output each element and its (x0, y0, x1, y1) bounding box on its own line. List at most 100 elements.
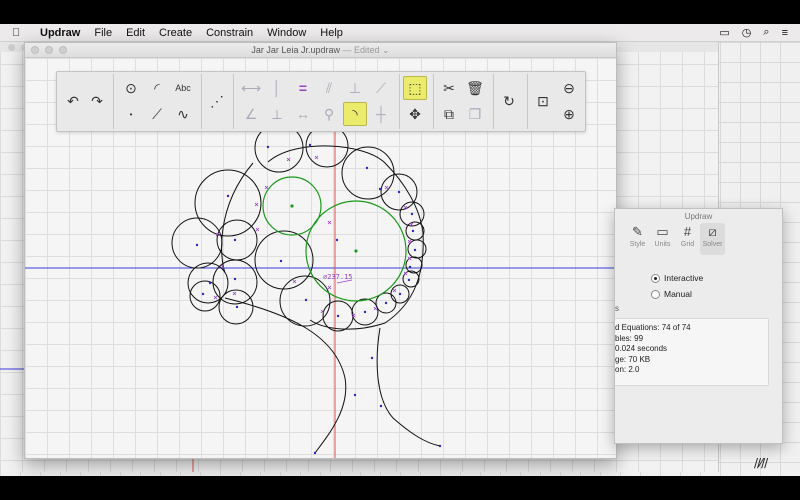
angle-constraint-icon[interactable]: ∠ (239, 102, 263, 126)
interactive-radio[interactable]: Interactive (651, 273, 703, 283)
solver-stats: d Equations: 74 of 74 bles: 99 0.024 sec… (615, 318, 769, 386)
radio-selected-icon (651, 273, 660, 283)
tab-style[interactable]: ✎ Style (625, 223, 650, 255)
manual-label: Manual (664, 289, 692, 299)
stat-time: 0.024 seconds (615, 344, 668, 353)
tab-units-label: Units (654, 241, 671, 248)
tangent-arc-constraint-icon[interactable]: ◝ (343, 102, 367, 126)
equal-constraint-icon[interactable]: = (291, 76, 315, 100)
collinear-constraint-icon[interactable]: ⟋ (369, 76, 393, 100)
circle (341, 146, 395, 200)
horizontal-constraint-icon[interactable]: ⟷ (239, 76, 263, 100)
cut-icon[interactable]: ✂ (437, 76, 461, 100)
fix-constraint-icon[interactable]: ⚲ (317, 102, 341, 126)
delete-icon[interactable]: 🗑 (463, 76, 487, 100)
grid-icon: # (683, 224, 692, 239)
tab-grid-label: Grid (680, 241, 695, 248)
circle-tool-icon[interactable]: ⊙ (119, 76, 143, 100)
rotate-icon[interactable]: ↻ (497, 89, 521, 113)
tab-units[interactable]: ▭ Units (650, 223, 675, 255)
airplay-icon[interactable]: ▭ (719, 26, 729, 39)
vertical-constraint-icon[interactable]: │ (265, 76, 289, 100)
panel-title: Updraw (684, 212, 713, 221)
document-window[interactable]: Jar Jar Leia Jr.updraw — Edited ⌄ ⌀237.1… (24, 42, 617, 459)
solver-icon: ⧄ (708, 224, 717, 239)
center-point (290, 204, 294, 208)
line-tool-icon[interactable]: ⟋ (145, 102, 169, 126)
window-title: Jar Jar Leia Jr.updraw — Edited ⌄ (251, 45, 389, 55)
section-label-fragment: s (615, 304, 619, 313)
stat-memory: ge: 70 KB (615, 354, 651, 364)
pen-icon: ✎ (632, 224, 643, 239)
zoom-button[interactable] (59, 46, 67, 54)
dashed-line-tool-icon[interactable]: ⋰ (205, 89, 229, 113)
parallel-constraint-icon[interactable]: ⫽ (317, 76, 341, 100)
menu-constrain[interactable]: Constrain (206, 27, 253, 39)
zoom-out-icon[interactable]: ⊖ (557, 76, 581, 100)
apple-icon[interactable]:  (12, 27, 26, 39)
panel-tabs: ✎ Style ▭ Units # Grid ⧄ Solver (625, 223, 725, 255)
stat-variables: bles: 99 (615, 333, 644, 343)
circle (216, 219, 258, 261)
blue-points (195, 143, 442, 455)
spotlight-icon[interactable]: ⌕ (763, 26, 769, 39)
radio-unselected-icon (651, 289, 660, 299)
zoom-in-icon[interactable]: ⊕ (557, 102, 581, 126)
tool-palette: ↶ ↷ ⊙ ◜ Abc • ⟋ ∿ ⋰ ⟷ │ = ⫽ ⊥ ⟋ ∠ ⟂ ↔ ⚲ … (56, 71, 586, 132)
select-tool-icon[interactable]: ⬚ (403, 76, 427, 100)
circle (279, 275, 331, 327)
trunk-left (224, 297, 347, 454)
trunk-right (376, 327, 441, 447)
stat-version: on: 2.0 (615, 365, 640, 374)
stat-equations: d Equations: 74 of 74 (615, 323, 691, 332)
chevron-down-icon[interactable]: ⌄ (382, 45, 390, 55)
time-machine-icon[interactable]: ◷ (742, 26, 752, 39)
manual-radio[interactable]: Manual (651, 289, 692, 299)
list-icon[interactable]: ≡ (782, 27, 788, 39)
document-name: Jar Jar Leia Jr.updraw (251, 45, 340, 55)
traffic-lights (31, 46, 67, 54)
undo-icon[interactable]: ↶ (61, 89, 85, 113)
edited-status: — Edited (342, 45, 380, 55)
point-tool-icon[interactable]: • (119, 102, 143, 126)
distance-constraint-icon[interactable]: ↔ (291, 102, 315, 126)
tangent-constraint-icon[interactable]: ⟂ (265, 102, 289, 126)
circle (405, 221, 425, 241)
menu-file[interactable]: File (94, 27, 112, 39)
text-tool-icon[interactable]: Abc (171, 76, 195, 100)
arc-tool-icon[interactable]: ◜ (145, 76, 169, 100)
close-button[interactable] (31, 46, 39, 54)
corner-mark: //⁄// (754, 456, 768, 470)
minimize-button[interactable] (45, 46, 53, 54)
menu-edit[interactable]: Edit (126, 27, 145, 39)
midpoint-constraint-icon[interactable]: ┼ (369, 102, 393, 126)
perpendicular-constraint-icon[interactable]: ⊥ (343, 76, 367, 100)
ruler-icon: ▭ (656, 224, 669, 239)
center-point (354, 249, 358, 253)
spline-tool-icon[interactable]: ∿ (171, 102, 195, 126)
inspector-panel[interactable]: Updraw ✎ Style ▭ Units # Grid ⧄ Solver I… (614, 208, 783, 444)
menu-create[interactable]: Create (159, 27, 192, 39)
copy-icon[interactable]: ⧉ (437, 102, 461, 126)
move-tool-icon[interactable]: ✥ (403, 102, 427, 126)
menu-app-name[interactable]: Updraw (40, 27, 80, 39)
menu-bar:  Updraw File Edit Create Constrain Wind… (0, 24, 800, 42)
interactive-label: Interactive (664, 273, 704, 283)
circle (254, 230, 314, 290)
menu-help[interactable]: Help (320, 27, 343, 39)
window-titlebar[interactable]: Jar Jar Leia Jr.updraw — Edited ⌄ (25, 43, 616, 58)
black-circles (171, 123, 427, 332)
zoom-fit-icon[interactable]: ⊡ (531, 89, 555, 113)
tab-grid[interactable]: # Grid (675, 223, 700, 255)
redo-icon[interactable]: ↷ (85, 89, 109, 113)
paste-icon[interactable]: ❐ (463, 102, 487, 126)
bottom-bar (0, 476, 800, 500)
tab-solver[interactable]: ⧄ Solver (700, 223, 725, 255)
drawing-canvas[interactable]: ⌀237.15 ↶ ↷ ⊙ ◜ Abc • ⟋ ∿ ⋰ ⟷ │ = ⫽ ⊥ ⟋ … (25, 58, 616, 458)
dimension-label: ⌀237.15 (323, 273, 353, 281)
tab-solver-label: Solver (702, 241, 723, 248)
tab-style-label: Style (629, 241, 646, 248)
circle (189, 280, 221, 312)
circle (171, 217, 223, 269)
menu-window[interactable]: Window (267, 27, 306, 39)
